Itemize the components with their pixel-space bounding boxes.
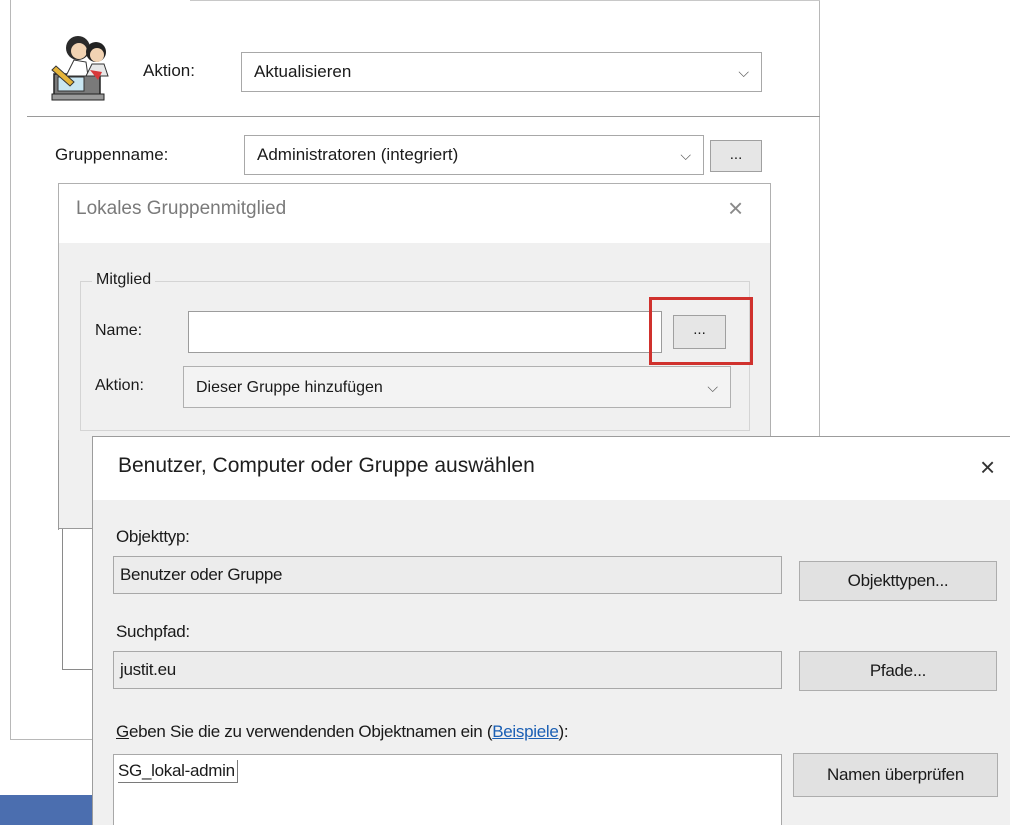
member-action-combobox[interactable]: Dieser Gruppe hinzufügen ⌵	[183, 366, 731, 408]
action-combobox-value: Aktualisieren	[254, 62, 352, 81]
users-computer-icon	[51, 36, 109, 101]
member-name-input[interactable]	[188, 311, 662, 353]
close-icon[interactable]: ×	[728, 195, 743, 221]
member-action-label: Aktion:	[95, 377, 144, 394]
highlight-annotation	[649, 297, 753, 365]
chevron-down-icon: ⌵	[707, 379, 718, 395]
examples-link[interactable]: Beispiele	[492, 722, 559, 741]
group-name-combobox[interactable]: Administratoren (integriert) ⌵	[244, 135, 704, 175]
member-action-value: Dieser Gruppe hinzufügen	[196, 379, 383, 396]
dialog-title: Benutzer, Computer oder Gruppe auswählen	[118, 454, 535, 477]
dialog-title: Lokales Gruppenmitglied	[76, 198, 287, 219]
name-label: Name:	[95, 322, 143, 339]
section-divider	[27, 116, 820, 117]
object-names-prompt: Geben Sie die zu verwendenden Objektname…	[116, 722, 569, 742]
group-browse-button[interactable]: ...	[710, 140, 762, 172]
group-name-label: Gruppenname:	[55, 145, 169, 164]
taskbar-strip	[0, 795, 96, 825]
search-path-label: Suchpfad:	[116, 622, 190, 641]
object-types-button[interactable]: Objekttypen...	[799, 561, 997, 601]
access-key: G	[116, 722, 129, 741]
paths-button[interactable]: Pfade...	[799, 651, 997, 691]
close-icon[interactable]: ×	[980, 454, 995, 480]
window-top-border	[190, 0, 820, 1]
prompt-text: eben Sie die zu verwendenden Objektnamen…	[128, 722, 493, 741]
chevron-down-icon: ⌵	[738, 64, 749, 80]
group-name-value: Administratoren (integriert)	[257, 145, 459, 164]
member-groupbox-legend: Mitglied	[92, 271, 156, 289]
search-path-field: justit.eu	[113, 651, 782, 689]
frame-edge	[62, 520, 63, 670]
action-combobox[interactable]: Aktualisieren ⌵	[241, 52, 762, 92]
action-label: Aktion:	[143, 61, 195, 80]
object-names-value: SG_lokal-admin	[118, 760, 238, 783]
object-type-label: Objekttyp:	[116, 527, 190, 546]
check-names-button[interactable]: Namen überprüfen	[793, 753, 998, 797]
dialog-edge	[58, 440, 59, 530]
prompt-text-end: ):	[558, 722, 569, 741]
chevron-down-icon: ⌵	[680, 147, 691, 163]
object-type-field: Benutzer oder Gruppe	[113, 556, 782, 594]
dialog-edge	[58, 528, 92, 529]
